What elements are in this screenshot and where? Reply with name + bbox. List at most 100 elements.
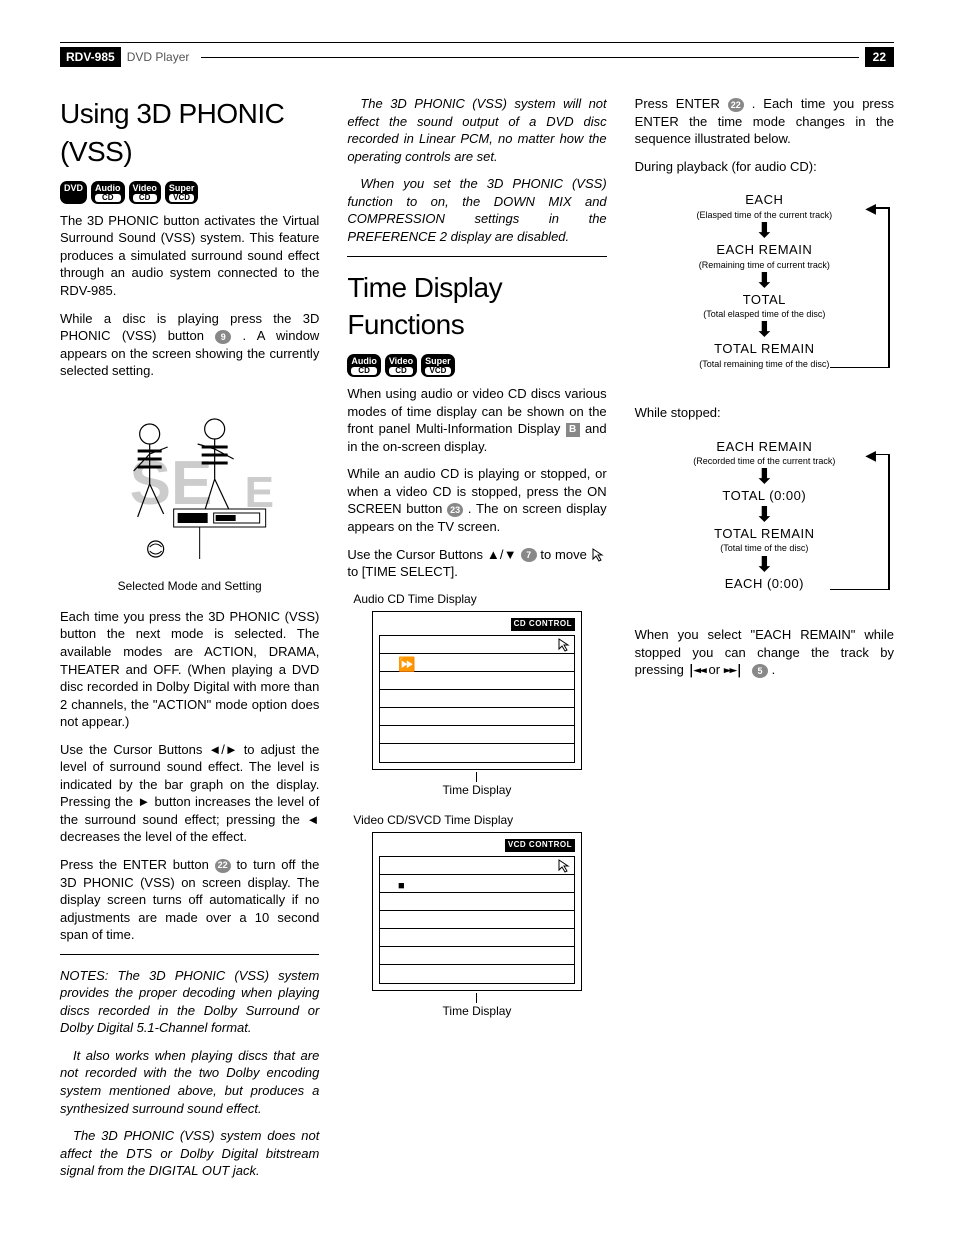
seq-subtitle: (Total remaining time of the disc) xyxy=(635,358,894,370)
seq-node: TOTAL(Total elasped time of the disc) xyxy=(635,291,894,321)
osd2-caption: Time Display xyxy=(347,1003,606,1019)
column-3: Press ENTER 22 . Each time you press ENT… xyxy=(635,95,894,1190)
top-rule xyxy=(60,42,894,43)
text: to [TIME SELECT]. xyxy=(347,564,458,579)
para-while-stopped: While stopped: xyxy=(635,404,894,422)
illustration-svg: SE E xyxy=(61,399,318,569)
column-1: Using 3D PHONIC (VSS) DVD AudioCD VideoC… xyxy=(60,95,319,1190)
heading-3d-phonic: Using 3D PHONIC (VSS) xyxy=(60,95,319,171)
text: . xyxy=(772,662,776,677)
para-cursor-lr: Use the Cursor Buttons ◄/► to adjust the… xyxy=(60,741,319,846)
arrow-down-icon: ⬇ xyxy=(635,469,894,485)
product-name: DVD Player xyxy=(121,47,196,67)
badge-audio-cd: AudioCD xyxy=(91,181,125,204)
osd-row xyxy=(380,911,574,929)
osd-row: ⏩ xyxy=(380,654,574,672)
button-ref-5-icon: 5 xyxy=(752,664,768,678)
osd-row xyxy=(380,857,574,875)
column-2: The 3D PHONIC (VSS) system will not effe… xyxy=(347,95,606,1190)
osd2-callout-line xyxy=(347,993,606,1003)
para-press-vss: While a disc is playing press the 3D PHO… xyxy=(60,310,319,380)
disc-badges-1: DVD AudioCD VideoCD SuperVCD xyxy=(60,181,319,204)
text: Use the Cursor Buttons ▲/▼ xyxy=(347,547,520,562)
seq-title: EACH xyxy=(635,191,894,209)
seq-node: TOTAL (0:00) xyxy=(635,487,894,505)
badge-super-vcd: SuperVCD xyxy=(165,181,199,204)
button-ref-22-icon: 22 xyxy=(728,98,744,112)
model-badge: RDV-985 xyxy=(60,47,121,67)
badge-audio-cd: AudioCD xyxy=(347,354,381,377)
osd2-box: VCD CONTROL ■ xyxy=(372,832,582,991)
loop-arrow-icon: ◀ xyxy=(874,189,900,368)
page-number: 22 xyxy=(865,47,894,67)
para-during-playback: During playback (for audio CD): xyxy=(635,158,894,176)
seq-title: TOTAL (0:00) xyxy=(635,487,894,505)
button-ref-22-icon: 22 xyxy=(215,859,231,873)
seq-title: TOTAL xyxy=(635,291,894,309)
stop-icon: ■ xyxy=(398,879,405,894)
osd1-caption: Time Display xyxy=(347,782,606,798)
osd2-lines: ■ xyxy=(379,856,575,984)
seq-subtitle: (Total time of the disc) xyxy=(635,542,894,554)
seq-title: EACH REMAIN xyxy=(635,241,894,259)
sequence-playback: ◀ EACH(Elasped time of the current track… xyxy=(635,185,894,376)
button-ref-23-icon: 23 xyxy=(447,503,463,517)
seq-node: TOTAL REMAIN(Total time of the disc) xyxy=(635,525,894,555)
panel-ref-B-icon: B xyxy=(566,423,580,437)
osd-row xyxy=(380,744,574,762)
arrow-down-icon: ⬇ xyxy=(635,557,894,573)
text: or xyxy=(709,662,724,677)
arrow-down-icon: ⬇ xyxy=(635,223,894,239)
para-modes: Each time you press the 3D PHONIC (VSS) … xyxy=(60,608,319,731)
pointer-icon xyxy=(591,547,607,563)
note-4: The 3D PHONIC (VSS) system will not effe… xyxy=(347,95,606,165)
loop-arrow-icon: ◀ xyxy=(874,436,900,590)
para-cursor-updown: Use the Cursor Buttons ▲/▼ 7 to move to … xyxy=(347,546,606,581)
osd2-label: Video CD/SVCD Time Display xyxy=(353,812,606,828)
note-2: It also works when playing discs that ar… xyxy=(60,1047,319,1117)
seq-node: EACH REMAIN(Recorded time of the current… xyxy=(635,438,894,468)
badge-video-cd: VideoCD xyxy=(385,354,417,377)
osd1-title-bar: CD CONTROL xyxy=(511,618,575,631)
header-filler-line xyxy=(201,57,858,58)
badge-video-cd: VideoCD xyxy=(129,181,161,204)
prev-track-icon: |◄◄ xyxy=(687,663,704,678)
note-1: NOTES: The 3D PHONIC (VSS) system provid… xyxy=(60,967,319,1037)
sequence-stopped: ◀ EACH REMAIN(Recorded time of the curre… xyxy=(635,432,894,598)
disc-badges-2: AudioCD VideoCD SuperVCD xyxy=(347,354,606,377)
osd-row xyxy=(380,965,574,983)
heading-time-display: Time Display Functions xyxy=(347,269,606,345)
para-vss-intro: The 3D PHONIC button activates the Virtu… xyxy=(60,212,319,300)
osd-row: ■ xyxy=(380,875,574,893)
section-separator xyxy=(347,256,606,257)
osd-row xyxy=(380,947,574,965)
osd2-title-bar: VCD CONTROL xyxy=(505,839,575,852)
columns: Using 3D PHONIC (VSS) DVD AudioCD VideoC… xyxy=(60,95,894,1190)
badge-super-vcd: SuperVCD xyxy=(421,354,455,377)
illustration-caption: Selected Mode and Setting xyxy=(60,578,319,594)
illustration-vss-screen: SE E xyxy=(60,398,319,568)
arrow-down-icon: ⬇ xyxy=(635,273,894,289)
arrow-down-icon: ⬇ xyxy=(635,322,894,338)
osd1-label: Audio CD Time Display xyxy=(353,591,606,607)
arrow-down-icon: ⬇ xyxy=(635,507,894,523)
notes-separator xyxy=(60,954,319,955)
note-3: The 3D PHONIC (VSS) system does not affe… xyxy=(60,1127,319,1180)
para-enter-off: Press the ENTER button 22 to turn off th… xyxy=(60,856,319,944)
para-each-remain-note: When you select "EACH REMAIN" while stop… xyxy=(635,626,894,680)
osd1-callout-line xyxy=(347,772,606,782)
seq-node: EACH REMAIN(Remaining time of current tr… xyxy=(635,241,894,271)
pointer-icon xyxy=(557,638,571,652)
para-press-enter: Press ENTER 22 . Each time you press ENT… xyxy=(635,95,894,148)
seq-title: TOTAL REMAIN xyxy=(635,340,894,358)
seq-subtitle: (Remaining time of current track) xyxy=(635,259,894,271)
osd1-lines: ⏩ xyxy=(379,635,575,763)
seq-title: TOTAL REMAIN xyxy=(635,525,894,543)
text: to move xyxy=(540,547,590,562)
osd1-box: CD CONTROL ⏩ xyxy=(372,611,582,770)
osd-row xyxy=(380,708,574,726)
button-ref-9-icon: 9 xyxy=(215,330,231,344)
next-track-icon: ►►| xyxy=(724,663,741,678)
osd-row xyxy=(380,672,574,690)
button-ref-7-icon: 7 xyxy=(521,548,537,562)
